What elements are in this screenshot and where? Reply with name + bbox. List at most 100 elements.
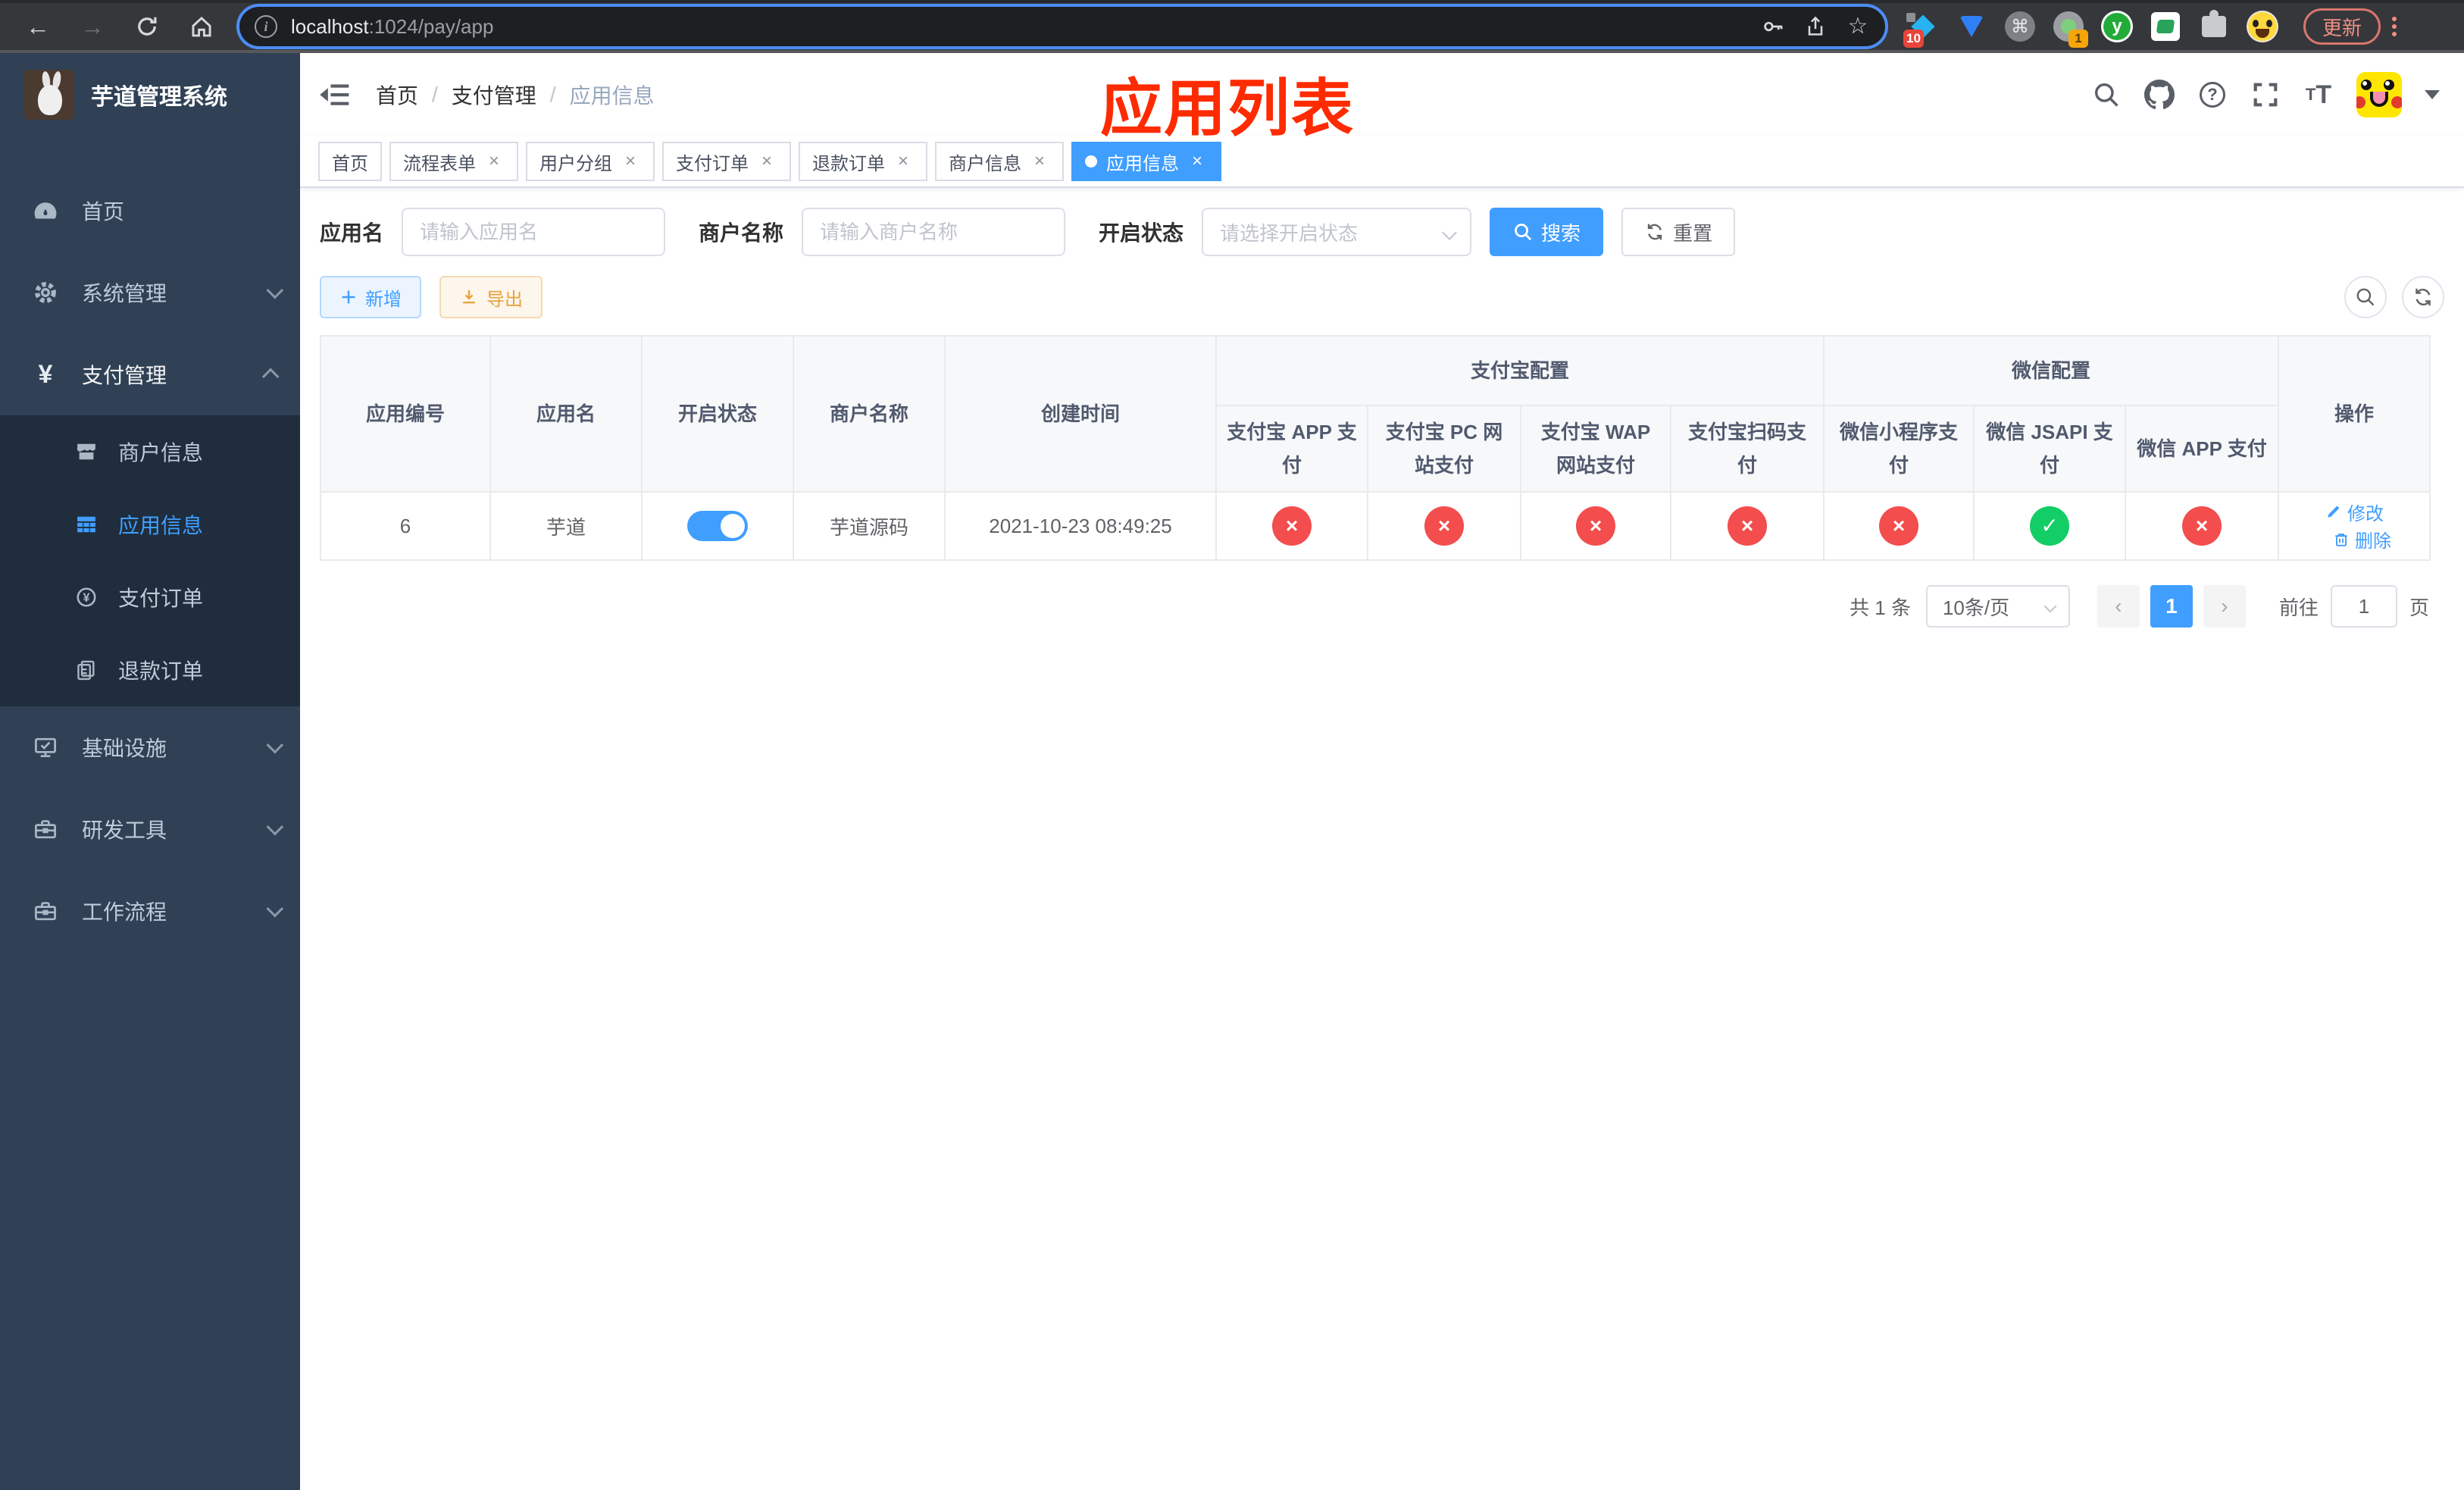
home-icon[interactable]	[185, 10, 218, 43]
sidebar: 芋道管理系统 首页 系统管理 ¥ 支付管理 商户信息 应用信息 ¥ 支付订单 退…	[0, 53, 300, 1490]
toggle-search-button[interactable]	[2344, 276, 2387, 318]
extension-y-icon[interactable]: y	[2100, 10, 2134, 43]
sidebar-item-system[interactable]: 系统管理	[0, 252, 300, 333]
col-header-app-name: 应用名	[489, 335, 643, 493]
extension-command-icon[interactable]: ⌘	[2003, 10, 2037, 43]
page-size-select[interactable]: 10条/页	[1925, 585, 2070, 628]
refresh-button[interactable]	[2402, 276, 2444, 318]
sidebar-item-merchant-info[interactable]: 商户信息	[0, 415, 300, 488]
prev-page-button[interactable]: ‹	[2097, 585, 2140, 628]
export-button[interactable]: 导出	[439, 276, 543, 318]
sidebar-item-app-info[interactable]: 应用信息	[0, 488, 300, 561]
total-count: 共 1 条	[1850, 596, 1911, 619]
chevron-down-icon	[266, 281, 284, 299]
enabled-switch[interactable]	[687, 511, 748, 541]
extension-devtools-icon[interactable]: 10	[1903, 10, 1940, 48]
channel-wx-mini-disabled-icon: ×	[1879, 506, 1919, 546]
col-header-created: 创建时间	[944, 335, 1217, 493]
sidebar-item-label: 基础设施	[82, 737, 167, 760]
sidebar-item-workflow[interactable]: 工作流程	[0, 870, 300, 952]
browser-menu-icon[interactable]	[2387, 14, 2402, 39]
search-button[interactable]: 搜索	[1490, 208, 1604, 256]
sidebar-fold-icon[interactable]	[318, 78, 352, 111]
channel-alipay-qr-disabled-icon: ×	[1728, 506, 1767, 546]
chevron-down-icon	[2043, 599, 2057, 613]
tab-app-info[interactable]: 应用信息 ×	[1071, 142, 1221, 181]
sidebar-item-payment[interactable]: ¥ 支付管理	[0, 333, 300, 415]
reset-button[interactable]: 重置	[1621, 208, 1736, 256]
add-button[interactable]: 新增	[320, 276, 421, 318]
fullscreen-icon[interactable]	[2250, 80, 2281, 110]
col-header-merchant: 商户名称	[793, 335, 946, 493]
password-key-icon[interactable]	[1761, 14, 1785, 39]
github-icon[interactable]	[2144, 80, 2175, 110]
tags-view-bar: 首页 流程表单 × 用户分组 × 支付订单 × 退款订单 × 商户信息 × 应用信息 ×	[300, 136, 2464, 188]
extensions-puzzle-icon[interactable]	[2197, 10, 2231, 43]
share-icon[interactable]	[1803, 14, 1828, 39]
caret-down-icon[interactable]	[2425, 90, 2440, 99]
sidebar-item-label: 应用信息	[118, 514, 204, 537]
close-icon[interactable]: ×	[893, 151, 914, 172]
tab-merchant-info[interactable]: 商户信息 ×	[935, 142, 1064, 181]
tab-user-group[interactable]: 用户分组 ×	[526, 142, 655, 181]
dashboard-icon	[30, 196, 61, 226]
page-number-1[interactable]: 1	[2150, 585, 2193, 628]
breadcrumb-payment[interactable]: 支付管理	[452, 80, 536, 110]
payment-submenu: 商户信息 应用信息 ¥ 支付订单 退款订单	[0, 415, 300, 706]
user-avatar[interactable]	[2356, 72, 2402, 117]
merchant-name-input[interactable]	[802, 208, 1066, 256]
close-icon[interactable]: ×	[1187, 151, 1208, 172]
extension-gem-icon[interactable]	[1955, 10, 1988, 43]
status-select[interactable]: 请选择开启状态	[1202, 208, 1472, 256]
forward-icon[interactable]: →	[76, 10, 109, 43]
reload-icon[interactable]	[130, 10, 164, 43]
close-icon[interactable]: ×	[756, 151, 777, 172]
col-header-alipay-pc: 支付宝 PC 网站支付	[1367, 405, 1521, 493]
tab-refund-order[interactable]: 退款订单 ×	[799, 142, 927, 181]
close-icon[interactable]: ×	[1029, 151, 1050, 172]
next-page-button[interactable]: ›	[2203, 585, 2246, 628]
sidebar-item-pay-order[interactable]: ¥ 支付订单	[0, 561, 300, 634]
sidebar-item-dev-tools[interactable]: 研发工具	[0, 788, 300, 870]
tab-process-form[interactable]: 流程表单 ×	[389, 142, 518, 181]
help-icon[interactable]: ?	[2197, 80, 2228, 110]
chevron-down-icon	[1442, 225, 1457, 240]
app-name-input[interactable]	[402, 208, 666, 256]
chevron-up-icon	[261, 368, 280, 386]
back-icon[interactable]: ←	[21, 10, 55, 43]
profile-avatar-icon[interactable]	[2246, 10, 2279, 43]
app-name-label: 应用名	[320, 221, 384, 245]
status-label: 开启状态	[1099, 221, 1184, 245]
goto-label: 前往	[2278, 596, 2319, 619]
close-icon[interactable]: ×	[483, 151, 505, 172]
extension-recorder-icon[interactable]: 1	[2052, 10, 2088, 48]
logo-link[interactable]: 芋道管理系统	[0, 53, 300, 136]
col-header-alipay-qr: 支付宝扫码支付	[1669, 405, 1825, 493]
channel-alipay-wap-disabled-icon: ×	[1576, 506, 1615, 546]
bookmark-star-icon[interactable]: ☆	[1846, 14, 1870, 39]
breadcrumb-current: 应用信息	[569, 84, 655, 108]
goto-page-input[interactable]	[2330, 585, 2397, 628]
active-dot	[1085, 155, 1097, 167]
browser-update-button[interactable]: 更新	[2303, 8, 2381, 45]
sidebar-item-infrastructure[interactable]: 基础设施	[0, 706, 300, 788]
sidebar-item-label: 支付管理	[82, 364, 167, 387]
sidebar-menu: 首页 系统管理 ¥ 支付管理 商户信息 应用信息 ¥ 支付订单 退款订单 基础设…	[0, 170, 300, 952]
sidebar-item-home[interactable]: 首页	[0, 170, 300, 252]
font-size-icon[interactable]: TT	[2303, 80, 2334, 110]
page-size-value: 10条/页	[1942, 596, 2010, 619]
edit-link[interactable]: 修改	[2325, 499, 2384, 525]
store-icon	[73, 438, 100, 465]
search-icon[interactable]	[2091, 80, 2122, 110]
delete-link[interactable]: 删除	[2332, 526, 2391, 552]
sidebar-item-refund-order[interactable]: 退款订单	[0, 634, 300, 706]
breadcrumb-home[interactable]: 首页	[376, 80, 418, 110]
url-bar[interactable]: i localhost:1024/pay/app ☆	[239, 7, 1885, 46]
tab-pay-order[interactable]: 支付订单 ×	[662, 142, 791, 181]
tab-home[interactable]: 首页	[318, 142, 382, 181]
navbar-actions: ? TT	[2091, 72, 2440, 117]
site-info-icon[interactable]: i	[255, 15, 277, 38]
close-icon[interactable]: ×	[620, 151, 641, 172]
extension-chat-icon[interactable]	[2149, 10, 2182, 43]
col-header-alipay-app: 支付宝 APP 支付	[1215, 405, 1368, 493]
